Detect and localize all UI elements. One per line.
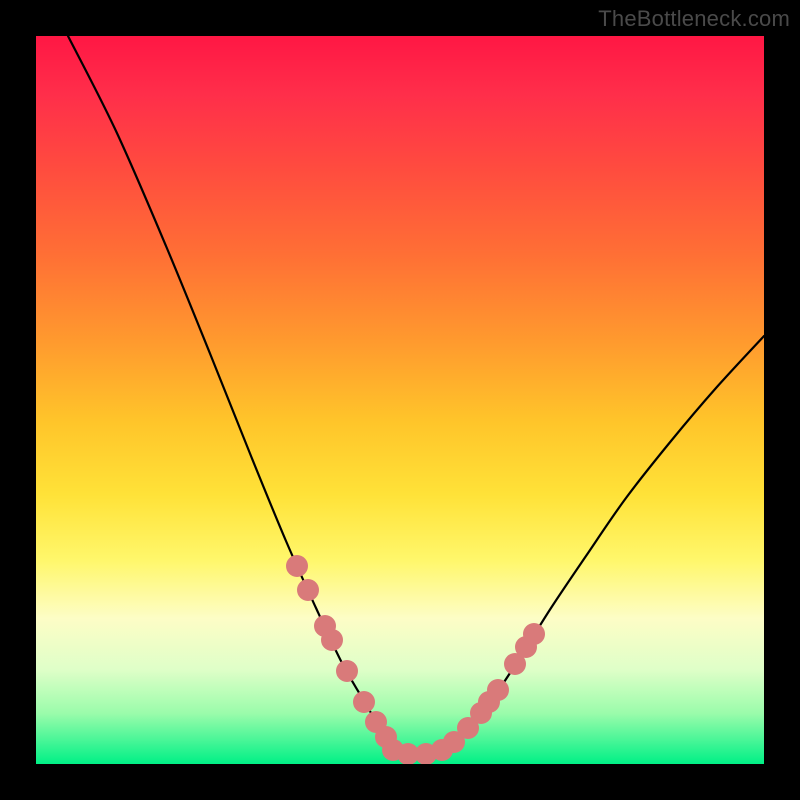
chart-container: TheBottleneck.com	[0, 0, 800, 800]
watermark-text: TheBottleneck.com	[598, 6, 790, 32]
plot-gradient-background	[36, 36, 764, 764]
